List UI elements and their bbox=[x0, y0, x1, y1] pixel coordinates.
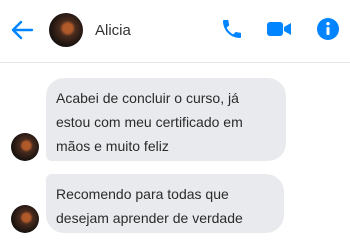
video-camera-icon bbox=[266, 19, 292, 44]
phone-icon bbox=[220, 17, 244, 46]
chat-header: Alicia bbox=[0, 0, 350, 63]
sender-avatar[interactable] bbox=[11, 205, 39, 233]
back-button[interactable] bbox=[8, 18, 36, 46]
call-button[interactable] bbox=[219, 18, 245, 44]
video-call-button[interactable] bbox=[266, 18, 292, 44]
sender-avatar[interactable] bbox=[11, 133, 39, 161]
info-icon bbox=[316, 17, 340, 46]
message-bubble[interactable]: Recomendo para todas que desejam aprende… bbox=[46, 174, 284, 233]
message-line: mãos e muito feliz bbox=[56, 138, 169, 154]
info-button[interactable] bbox=[315, 17, 341, 46]
contact-name[interactable]: Alicia bbox=[95, 22, 131, 40]
message-line: Recomendo para todas que bbox=[56, 186, 229, 202]
message-line: estou com meu certificado em bbox=[56, 114, 243, 130]
contact-avatar[interactable] bbox=[49, 13, 83, 47]
arrow-left-icon bbox=[10, 20, 34, 45]
chat-window: Alicia Acabei de concluir o curso, já es… bbox=[0, 0, 350, 243]
message-bubble[interactable]: Acabei de concluir o curso, já estou com… bbox=[46, 78, 286, 161]
message-line: desejam aprender de verdade bbox=[56, 210, 243, 226]
message-line: Acabei de concluir o curso, já bbox=[56, 90, 239, 106]
